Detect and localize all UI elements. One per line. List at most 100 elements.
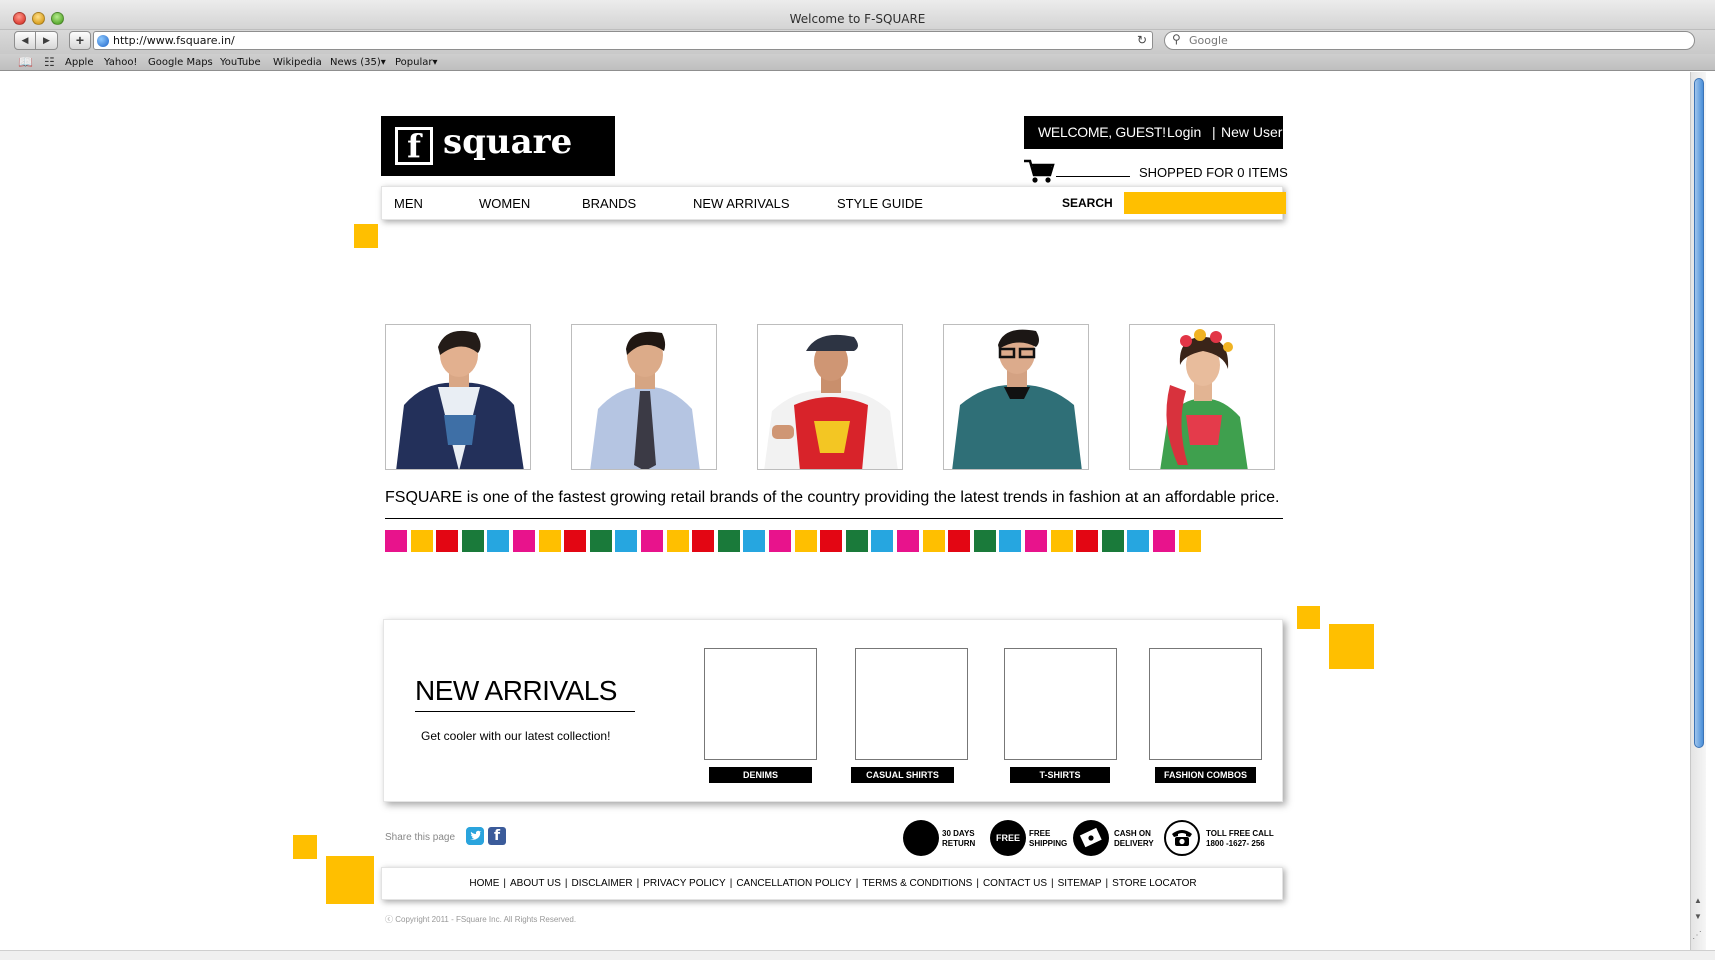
window-title: Welcome to F-SQUARE (789, 12, 926, 26)
forward-button[interactable]: ▶ (36, 31, 58, 50)
color-swatch (666, 530, 689, 552)
color-swatch (845, 530, 868, 552)
footer-link-home[interactable]: HOME (469, 878, 499, 889)
grid-icon[interactable]: ☷ (44, 55, 55, 69)
add-bookmark-button[interactable]: + (69, 31, 91, 50)
footer-links: HOME | ABOUT US | DISCLAIMER | PRIVACY POLICY |… (469, 878, 1197, 889)
plus-icon: + (75, 32, 85, 48)
banknote-icon (1079, 827, 1102, 848)
address-bar[interactable]: http://www.fsquare.in/ ↻ (93, 31, 1153, 50)
feature-toll-free-call: TOLL FREE CALL 1800 -1627- 256 (1206, 829, 1274, 848)
nav-brands[interactable]: BRANDS (582, 196, 636, 211)
category-image-tshirts[interactable] (1004, 648, 1117, 760)
url-text[interactable]: http://www.fsquare.in/ (113, 34, 235, 47)
shopping-cart-icon[interactable] (1022, 158, 1056, 184)
category-button-denims[interactable]: DENIMS (709, 767, 812, 783)
color-swatch (538, 530, 561, 552)
footer-link-terms-conditions[interactable]: TERMS & CONDITIONS (862, 878, 972, 889)
resize-grip-icon[interactable]: ⋰ (1692, 930, 1706, 944)
telephone-icon (1172, 830, 1192, 846)
new-user-link[interactable]: New User (1221, 116, 1282, 149)
color-swatch (564, 530, 587, 552)
color-swatch (948, 530, 971, 552)
tagline-divider (385, 518, 1283, 519)
brand-tagline: FSQUARE is one of the fastest growing re… (385, 489, 1280, 506)
color-swatch (743, 530, 766, 552)
twitter-icon[interactable] (466, 827, 484, 845)
footer-link-contact-us[interactable]: CONTACT US (983, 878, 1047, 889)
new-arrivals-title: NEW ARRIVALS (415, 675, 617, 706)
category-button-casual-shirts[interactable]: CASUAL SHIRTS (851, 767, 954, 783)
fsquare-logo[interactable]: f square (381, 116, 615, 176)
category-image-fashion-combos[interactable] (1149, 648, 1262, 760)
new-arrivals-panel: NEW ARRIVALS Get cooler with our latest … (383, 619, 1283, 802)
back-arrow-icon: ◀ (21, 35, 29, 45)
bookmark-yahoo[interactable]: Yahoo! (104, 57, 137, 68)
login-link[interactable]: Login (1167, 116, 1201, 149)
scroll-up-arrow-icon[interactable]: ▲ (1694, 896, 1702, 905)
forward-arrow-icon: ▶ (43, 35, 50, 45)
model-photo-1[interactable] (385, 324, 531, 470)
color-swatch (461, 530, 484, 552)
bookmark-news[interactable]: News (35)▾ (330, 57, 386, 68)
decorative-square (1329, 624, 1374, 669)
model-man-navy-jacket-icon (386, 325, 530, 469)
bookmark-youtube[interactable]: YouTube (220, 57, 261, 68)
feature-free-shipping: FREE SHIPPING (1029, 829, 1068, 848)
color-swatch (589, 530, 612, 552)
globe-icon (97, 35, 109, 47)
nav-style-guide[interactable]: STYLE GUIDE (837, 196, 923, 211)
feature-return: 30 DAYS RETURN (942, 829, 976, 848)
footer-link-about-us[interactable]: ABOUT US (510, 878, 561, 889)
color-swatch (999, 530, 1022, 552)
color-swatch (641, 530, 663, 552)
feature-cash-on-delivery: CASH ON DELIVERY (1114, 829, 1154, 848)
color-swatch (1101, 530, 1124, 552)
category-image-casual-shirts[interactable] (855, 648, 968, 760)
open-book-icon[interactable]: 📖 (18, 55, 33, 69)
free-shipping-icon: FREE (990, 820, 1026, 856)
facebook-icon[interactable]: f (488, 827, 506, 845)
bookmark-popular[interactable]: Popular▾ (395, 57, 438, 68)
footer-link-sitemap[interactable]: SITEMAP (1058, 878, 1102, 889)
color-swatch (871, 530, 894, 552)
logo-wordmark: square (443, 122, 573, 162)
model-photo-5[interactable] (1129, 324, 1275, 470)
footer-link-disclaimer[interactable]: DISCLAIMER (572, 878, 633, 889)
main-navigation: MEN WOMEN BRANDS NEW ARRIVALS STYLE GUID… (381, 186, 1286, 220)
footer-link-store-locator[interactable]: STORE LOCATOR (1112, 878, 1196, 889)
model-photo-4[interactable] (943, 324, 1089, 470)
nav-men[interactable]: MEN (394, 196, 423, 211)
color-swatch (922, 530, 945, 552)
nav-women[interactable]: WOMEN (479, 196, 530, 211)
bookmark-wikipedia[interactable]: Wikipedia (273, 57, 322, 68)
site-search-input[interactable] (1124, 192, 1286, 214)
color-swatch (1153, 530, 1175, 552)
cash-on-delivery-icon (1073, 820, 1109, 856)
footer-link-cancellation-policy[interactable]: CANCELLATION POLICY (736, 878, 851, 889)
model-photo-2[interactable] (571, 324, 717, 470)
scroll-down-arrow-icon[interactable]: ▼ (1694, 912, 1702, 921)
cart-underline (1056, 176, 1130, 177)
nav-new-arrivals[interactable]: NEW ARRIVALS (693, 196, 790, 211)
category-image-denims[interactable] (704, 648, 817, 760)
category-button-tshirts[interactable]: T-SHIRTS (1010, 767, 1110, 783)
bookmark-apple[interactable]: Apple (65, 57, 93, 68)
model-man-blue-shirt-icon (572, 325, 716, 469)
browser-search-field[interactable]: ⚲ Google (1164, 31, 1695, 50)
bookmarks-bar: 📖 ☷ Apple Yahoo! Google Maps YouTube Wik… (0, 54, 1715, 71)
category-button-fashion-combos[interactable]: FASHION COMBOS (1155, 767, 1256, 783)
reload-icon[interactable]: ↻ (1137, 33, 1147, 47)
footer-navigation: HOME | ABOUT US | DISCLAIMER | PRIVACY POLICY |… (381, 867, 1283, 900)
model-photo-3[interactable] (757, 324, 903, 470)
scrollbar-thumb[interactable] (1694, 78, 1704, 748)
cart-status[interactable]: SHOPPED FOR 0 ITEMS (1139, 165, 1288, 180)
vertical-scrollbar[interactable]: ▲ ▼ (1690, 72, 1706, 950)
color-swatch (410, 530, 433, 552)
share-label: Share this page (385, 832, 456, 843)
back-button[interactable]: ◀ (14, 31, 36, 50)
decorative-square (326, 856, 374, 904)
footer-link-privacy-policy[interactable]: PRIVACY POLICY (643, 878, 725, 889)
color-swatch (794, 530, 817, 552)
bookmark-google-maps[interactable]: Google Maps (148, 57, 213, 68)
